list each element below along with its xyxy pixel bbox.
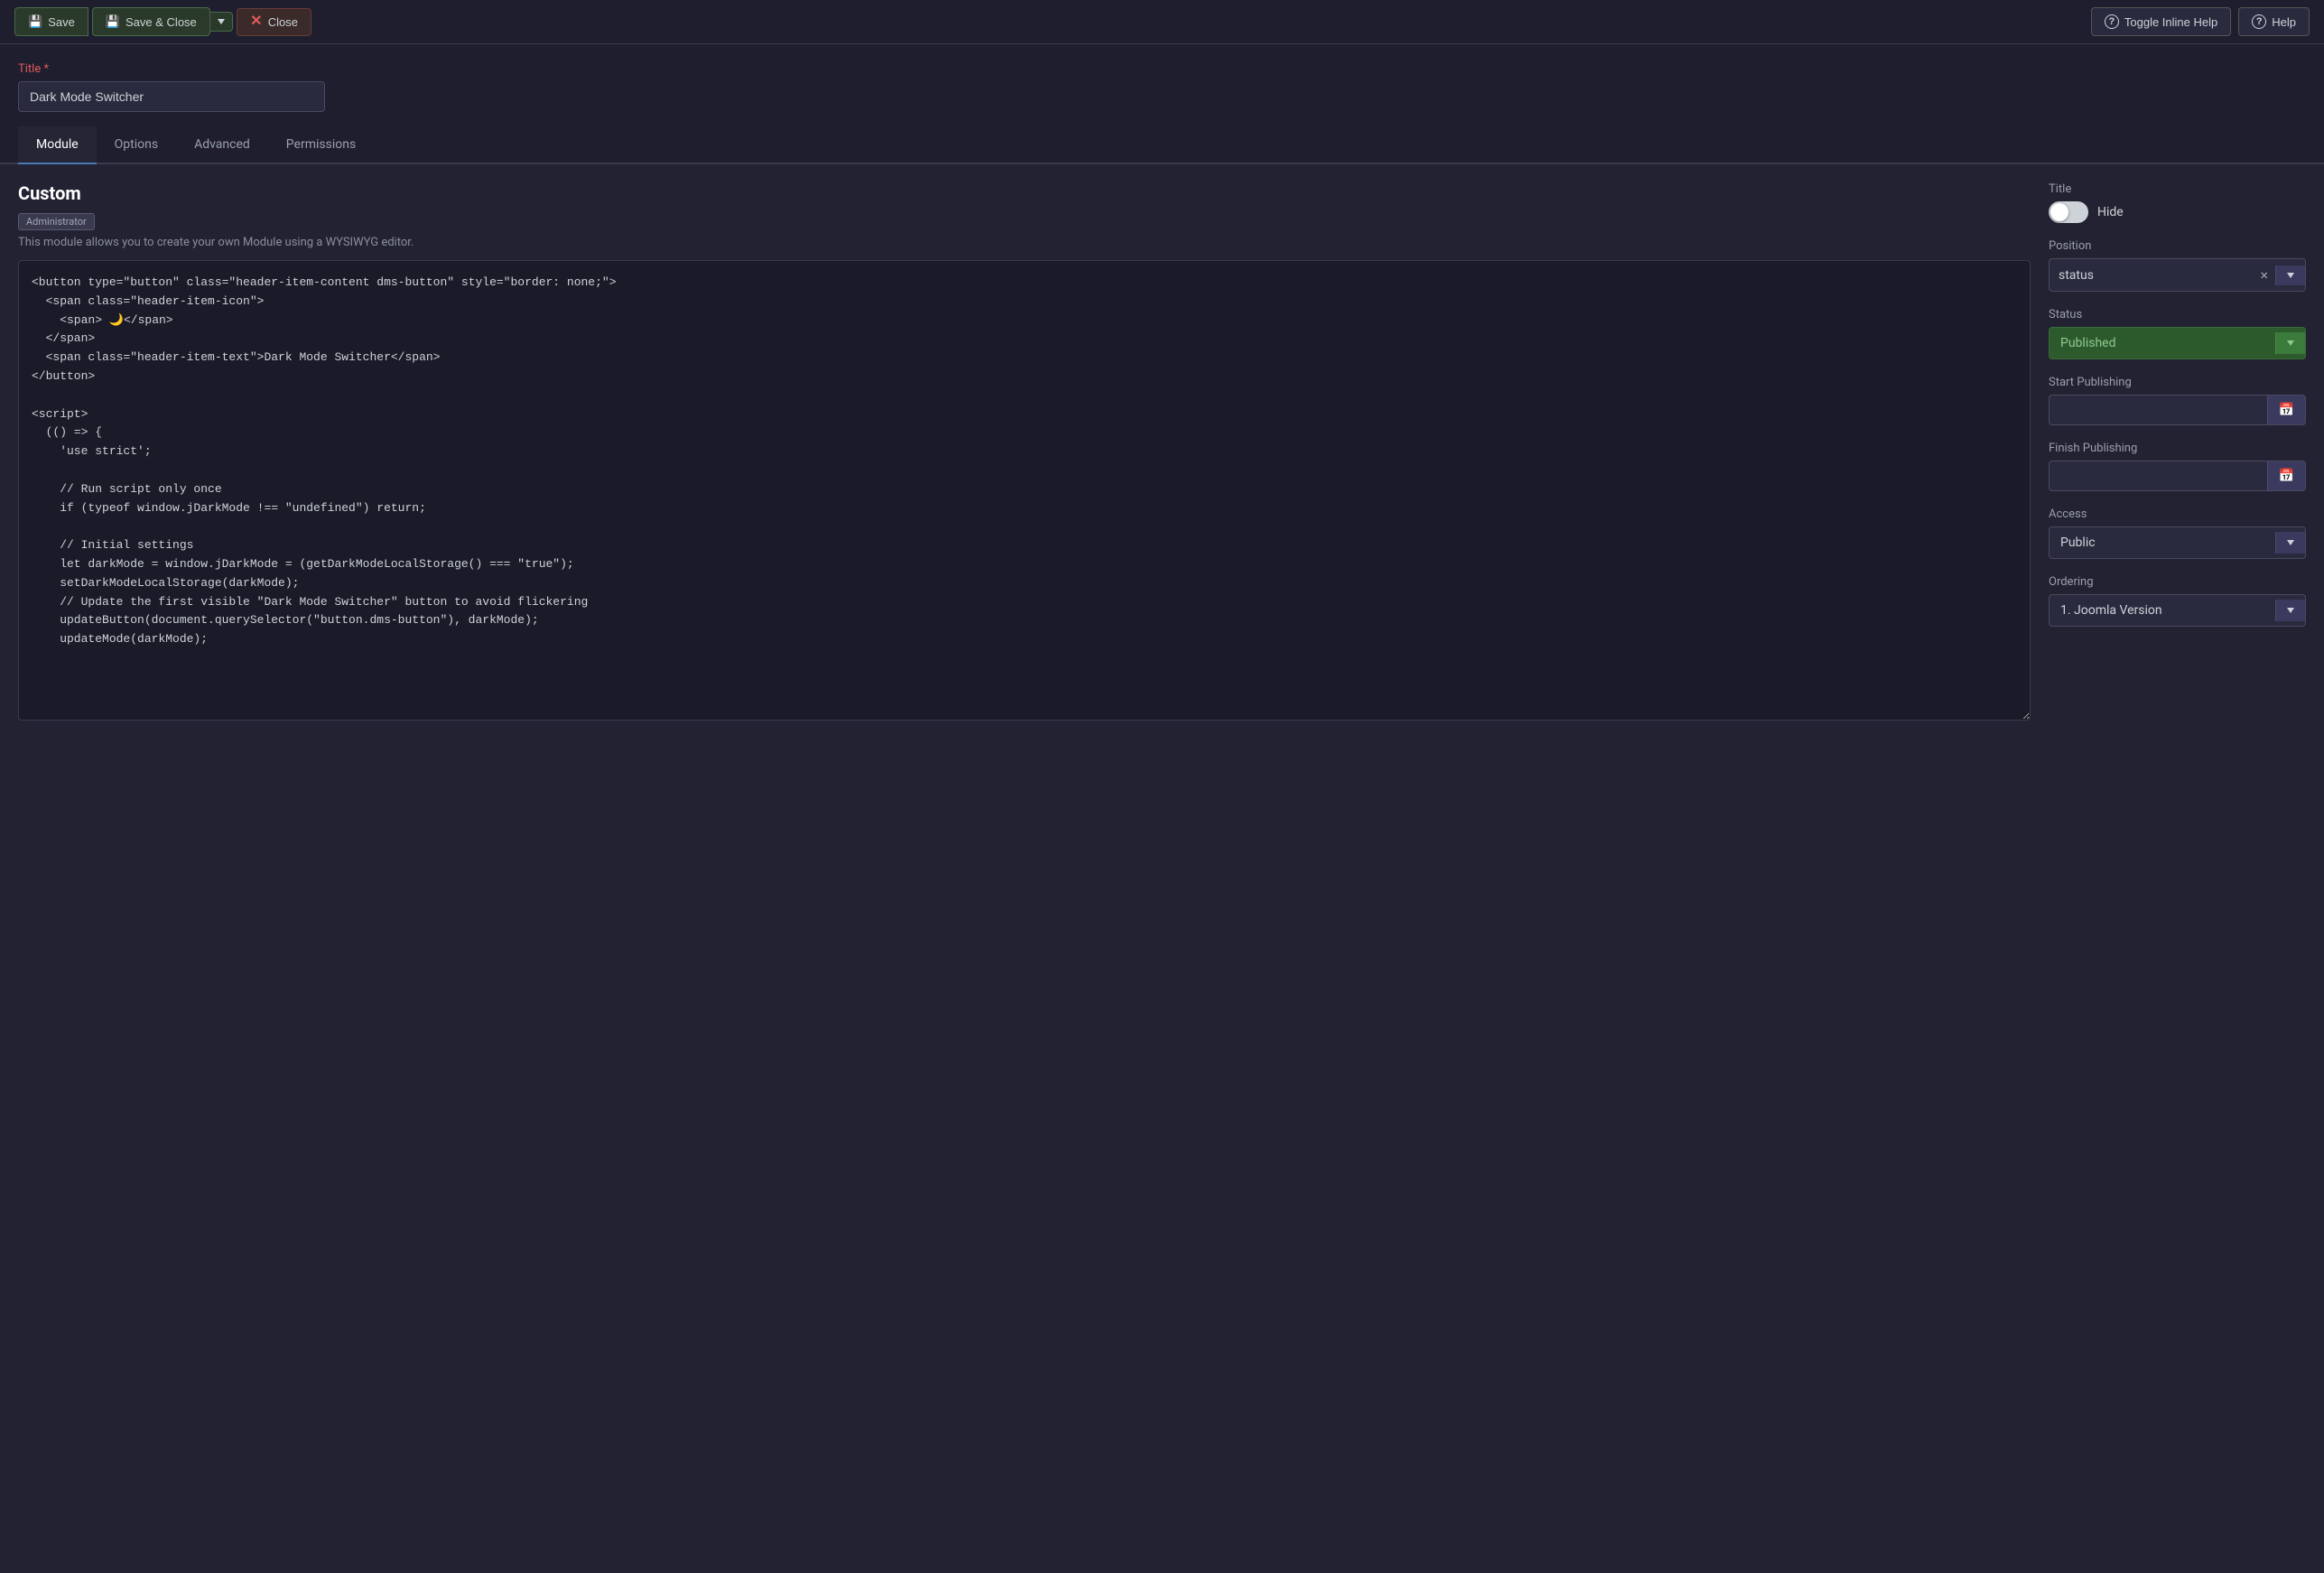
tabs: Module Options Advanced Permissions <box>0 126 2324 164</box>
position-input-wrap: status × <box>2049 258 2306 292</box>
title-toggle-group: Title Hide <box>2049 182 2306 223</box>
status-select[interactable]: Published <box>2049 327 2306 359</box>
access-value: Public <box>2050 527 2275 558</box>
tab-module[interactable]: Module <box>18 126 97 164</box>
save-label: Save <box>48 15 75 29</box>
ordering-dropdown-button[interactable] <box>2275 600 2305 621</box>
main-content: Custom Administrator This module allows … <box>0 164 2324 1573</box>
toggle-inline-help-label: Toggle Inline Help <box>2124 15 2217 29</box>
help-icon: ? <box>2252 14 2266 29</box>
position-dropdown-button[interactable] <box>2275 265 2305 285</box>
inline-help-icon: ? <box>2105 14 2119 29</box>
title-input[interactable] <box>18 81 325 112</box>
chevron-down-icon <box>2287 273 2294 278</box>
code-editor[interactable]: <button type="button" class="header-item… <box>18 260 2031 721</box>
help-group: ? Toggle Inline Help ? Help <box>2091 7 2310 36</box>
toolbar: 💾 Save 💾 Save & Close ✕ Close ? Toggle I… <box>0 0 2324 44</box>
ordering-group: Ordering 1. Joomla Version <box>2049 575 2306 627</box>
ordering-field-label: Ordering <box>2049 575 2306 589</box>
save-close-icon: 💾 <box>106 14 120 29</box>
close-icon: ✕ <box>250 15 263 28</box>
ordering-value: 1. Joomla Version <box>2050 595 2275 626</box>
save-icon: 💾 <box>28 14 42 29</box>
administrator-badge: Administrator <box>18 213 95 230</box>
required-marker: * <box>43 62 49 76</box>
save-close-button[interactable]: 💾 Save & Close <box>92 7 210 36</box>
access-field-label: Access <box>2049 507 2306 521</box>
title-hide-toggle[interactable] <box>2049 201 2088 223</box>
chevron-down-icon <box>218 19 225 24</box>
start-publishing-input-wrap: 📅 <box>2049 395 2306 425</box>
position-field-label: Position <box>2049 239 2306 253</box>
title-field-label: Title <box>2049 182 2306 196</box>
finish-publishing-calendar-button[interactable]: 📅 <box>2267 461 2305 490</box>
tab-options[interactable]: Options <box>97 126 176 164</box>
access-group: Access Public <box>2049 507 2306 559</box>
module-description: This module allows you to create your ow… <box>18 236 2031 249</box>
status-group: Status Published <box>2049 308 2306 359</box>
close-button[interactable]: ✕ Close <box>237 8 311 36</box>
left-panel: Custom Administrator This module allows … <box>18 182 2031 1555</box>
position-value: status <box>2050 261 2253 290</box>
finish-publishing-label: Finish Publishing <box>2049 442 2306 455</box>
help-label: Help <box>2272 15 2296 29</box>
chevron-down-icon <box>2287 608 2294 613</box>
tab-advanced[interactable]: Advanced <box>176 126 268 164</box>
status-dropdown-button[interactable] <box>2275 332 2305 354</box>
tab-permissions[interactable]: Permissions <box>268 126 374 164</box>
finish-publishing-group: Finish Publishing 📅 <box>2049 442 2306 491</box>
chevron-down-icon <box>2287 340 2294 346</box>
calendar-icon: 📅 <box>2279 469 2294 483</box>
right-panel: Title Hide Position status × Status Publ… <box>2049 182 2306 1555</box>
ordering-select[interactable]: 1. Joomla Version <box>2049 594 2306 627</box>
save-dropdown-button[interactable] <box>209 12 233 32</box>
close-label: Close <box>268 15 298 29</box>
chevron-down-icon <box>2287 540 2294 545</box>
start-publishing-calendar-button[interactable]: 📅 <box>2267 396 2305 424</box>
finish-publishing-input-wrap: 📅 <box>2049 461 2306 491</box>
start-publishing-group: Start Publishing 📅 <box>2049 376 2306 425</box>
save-close-label: Save & Close <box>125 15 197 29</box>
title-label: Title * <box>18 62 2306 76</box>
status-value: Published <box>2050 328 2275 358</box>
position-clear-button[interactable]: × <box>2253 259 2275 291</box>
save-button[interactable]: 💾 Save <box>14 7 88 36</box>
title-section: Title * <box>0 44 2324 126</box>
status-field-label: Status <box>2049 308 2306 321</box>
calendar-icon: 📅 <box>2279 403 2294 417</box>
start-publishing-input[interactable] <box>2050 396 2267 424</box>
position-group: Position status × <box>2049 239 2306 292</box>
toggle-inline-help-button[interactable]: ? Toggle Inline Help <box>2091 7 2231 36</box>
title-hide-label: Hide <box>2097 205 2124 219</box>
finish-publishing-input[interactable] <box>2050 461 2267 490</box>
title-toggle-row: Hide <box>2049 201 2306 223</box>
section-title: Custom <box>18 182 2031 204</box>
help-button[interactable]: ? Help <box>2238 7 2310 36</box>
access-select[interactable]: Public <box>2049 526 2306 559</box>
start-publishing-label: Start Publishing <box>2049 376 2306 389</box>
access-dropdown-button[interactable] <box>2275 532 2305 554</box>
